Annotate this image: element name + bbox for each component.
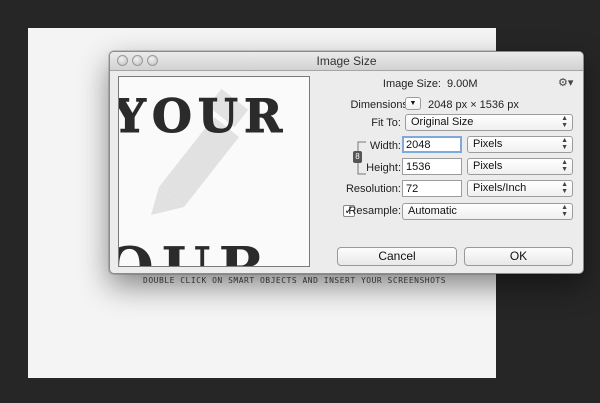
resolution-unit-dropdown[interactable]: Pixels/Inch ▲ ▼: [467, 180, 573, 197]
dimensions-unit-dropdown[interactable]: ▼: [405, 97, 421, 110]
canvas-caption: DOUBLE CLICK ON SMART OBJECTS AND INSERT…: [143, 276, 447, 285]
preview-text-bottom: OUR: [119, 235, 273, 266]
width-unit-dropdown[interactable]: Pixels ▲ ▼: [467, 136, 573, 153]
image-size-dialog: Image Size YOUR OUR Image Size: 9.00M ⚙▾…: [109, 51, 584, 274]
resolution-unit-selected: Pixels/Inch: [473, 182, 527, 194]
preview-text-top: YOUR: [119, 89, 288, 143]
width-label: Width:: [369, 140, 401, 152]
preview-artwork: YOUR OUR: [119, 89, 288, 267]
height-label: Height:: [366, 162, 401, 174]
cancel-button[interactable]: Cancel: [337, 247, 457, 266]
image-size-label: Image Size:: [382, 78, 441, 90]
chevron-updown-icon: ▲ ▼: [561, 137, 568, 151]
height-unit-selected: Pixels: [473, 160, 503, 172]
image-preview[interactable]: YOUR OUR: [118, 76, 310, 267]
ok-button[interactable]: OK: [464, 247, 573, 266]
resample-selected: Automatic: [408, 205, 457, 217]
fit-to-label: Fit To:: [371, 117, 401, 129]
fit-to-dropdown[interactable]: Original Size ▲ ▼: [405, 114, 573, 131]
resolution-field[interactable]: [402, 180, 462, 197]
resolution-label: Resolution:: [345, 183, 401, 195]
gear-icon[interactable]: ⚙▾: [558, 76, 573, 89]
dimensions-value: 2048 px × 1536 px: [428, 99, 519, 111]
chevron-updown-icon: ▲ ▼: [561, 115, 568, 129]
image-size-value: 9.00M: [447, 78, 478, 90]
chain-link-icon[interactable]: 8: [353, 151, 362, 163]
dialog-titlebar[interactable]: Image Size: [110, 52, 583, 71]
chevron-down-icon: ▼: [409, 100, 417, 107]
resample-dropdown[interactable]: Automatic ▲ ▼: [402, 203, 573, 220]
chevron-updown-icon: ▲ ▼: [561, 181, 568, 195]
dimensions-label: Dimensions:: [350, 99, 411, 111]
fit-to-selected: Original Size: [411, 116, 474, 128]
width-field[interactable]: [402, 136, 462, 153]
chevron-updown-icon: ▲ ▼: [561, 159, 568, 173]
width-unit-selected: Pixels: [473, 138, 503, 150]
height-unit-dropdown[interactable]: Pixels ▲ ▼: [467, 158, 573, 175]
chevron-updown-icon: ▲ ▼: [561, 204, 568, 218]
resample-label: Resample:: [348, 205, 401, 217]
height-field[interactable]: [402, 158, 462, 175]
dialog-title: Image Size: [316, 54, 377, 68]
